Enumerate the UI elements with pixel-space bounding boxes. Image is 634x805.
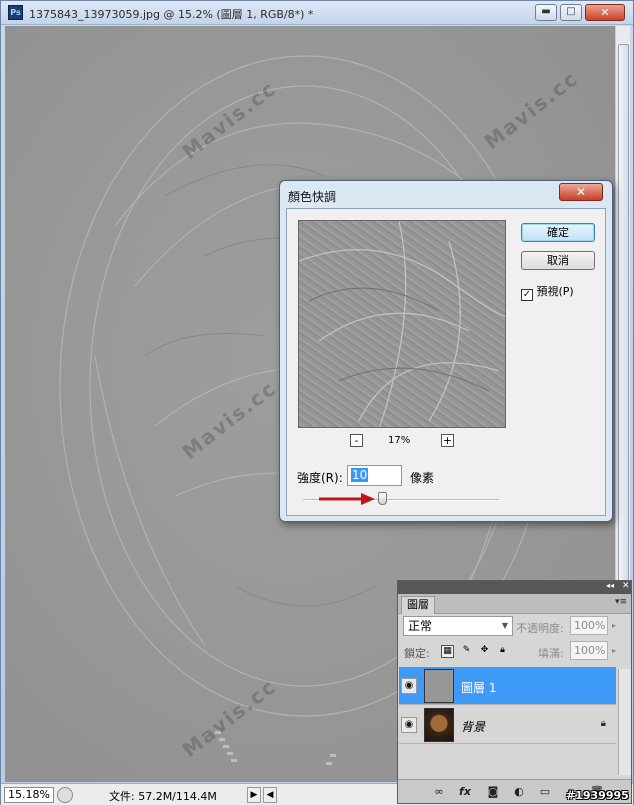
red-arrow-annotation (319, 493, 375, 505)
mask-icon[interactable]: ◙ (486, 785, 500, 799)
dialog-close-button[interactable]: ✕ (559, 183, 603, 201)
blend-mode-select[interactable]: 正常 ▼ (403, 616, 513, 636)
zoom-cycle-icon[interactable] (57, 787, 73, 803)
doc-size-info[interactable]: 文件: 57.2M/114.4M (109, 788, 217, 804)
close-icon: ✕ (600, 6, 610, 19)
dialog-body: - 17% + 確定 取消 ✓ 預視(P) 強度(R): 10 像素 (286, 208, 606, 516)
blend-mode-value: 正常 (408, 619, 433, 633)
zoom-out-button[interactable]: - (350, 434, 363, 447)
fx-icon[interactable]: fx (458, 785, 472, 799)
preview-checkbox-label: 預視(P) (536, 285, 574, 298)
lock-label: 鎖定: (404, 647, 430, 660)
dialog-title: 顏色快調 (288, 190, 337, 204)
preview-zoom-percent: 17% (388, 435, 411, 446)
fill-label: 填滿: (538, 647, 564, 660)
cancel-button[interactable]: 取消 (521, 251, 595, 270)
chevron-down-icon: ▼ (501, 621, 508, 630)
eye-icon[interactable]: ◉ (401, 717, 417, 733)
layer-row-layer1[interactable]: ◉ 圖層 1 (399, 667, 616, 705)
layer-thumbnail (424, 669, 454, 703)
opacity-slider-icon[interactable]: ▸ (612, 621, 616, 630)
strength-unit: 像素 (410, 471, 435, 485)
eye-icon[interactable]: ◉ (401, 678, 417, 694)
minimize-icon: ▬ (541, 6, 551, 17)
photoshop-app-icon: Ps (8, 5, 23, 20)
layers-panel: ◂◂ ✕ 圖層 ▾≡ 正常 ▼ 不透明度: 100% ▸ 鎖定: ▦ ✎ ✥ 🔒… (397, 580, 632, 804)
lock-all-icon[interactable]: 🔒︎ (496, 645, 509, 658)
layer-name[interactable]: 圖層 1 (461, 679, 496, 696)
close-button[interactable]: ✕ (585, 4, 625, 21)
maximize-button[interactable]: □ (560, 4, 582, 21)
collapse-panel-icon[interactable]: ◂◂ (606, 581, 614, 590)
minimize-button[interactable]: ▬ (535, 4, 557, 21)
layer-row-background[interactable]: ◉ 背景 🔒︎ (399, 706, 616, 744)
preview-image (299, 221, 505, 427)
maximize-icon: □ (566, 6, 576, 17)
strength-label: 強度(R): (297, 471, 343, 485)
lock-image-brush-icon[interactable]: ✎ (460, 645, 473, 658)
panel-close-icon[interactable]: ✕ (622, 581, 630, 591)
tab-layers[interactable]: 圖層 (401, 596, 435, 614)
status-menu-arrow-icon[interactable]: ▶ (247, 787, 261, 803)
panel-menu-icon[interactable]: ▾≡ (615, 597, 627, 607)
image-id-label: #1939995 (566, 789, 629, 802)
layers-scrollbar[interactable] (618, 669, 631, 775)
lock-transparent-icon[interactable]: ▦ (441, 645, 454, 658)
link-icon[interactable]: ∞ (432, 785, 446, 799)
lock-icon: 🔒︎ (600, 718, 606, 729)
preview-checkbox[interactable]: ✓ (521, 289, 533, 301)
layer-name[interactable]: 背景 (461, 718, 485, 735)
zoom-field[interactable]: 15.18% (4, 787, 54, 803)
lock-position-icon[interactable]: ✥ (478, 645, 491, 658)
strength-value: 10 (351, 468, 369, 482)
filter-dialog: 顏色快調 ✕ - 17% + 確定 取消 ✓ 預視(P) 強度(R): 10 像… (279, 180, 613, 522)
scroll-left-icon[interactable]: ◀ (263, 787, 277, 803)
zoom-in-button[interactable]: + (441, 434, 454, 447)
panel-header-strip[interactable]: ◂◂ ✕ (398, 581, 631, 594)
layer-thumbnail (424, 708, 454, 742)
title-bar[interactable]: Ps 1375843_13973059.jpg @ 15.2% (圖層 1, R… (1, 1, 633, 25)
adjustment-icon[interactable]: ◐ (512, 785, 526, 799)
group-icon[interactable]: ▭ (538, 785, 552, 799)
preview-checkbox-row[interactable]: ✓ 預視(P) (521, 283, 574, 301)
strength-input[interactable]: 10 (347, 465, 402, 486)
document-title: 1375843_13973059.jpg @ 15.2% (圖層 1, RGB/… (29, 8, 314, 21)
opacity-field[interactable]: 100% (570, 616, 608, 635)
fill-field[interactable]: 100% (570, 641, 608, 660)
fill-slider-icon[interactable]: ▸ (612, 646, 616, 655)
strength-slider-thumb[interactable] (378, 492, 387, 505)
opacity-label: 不透明度: (516, 622, 564, 635)
panel-tab-bar: 圖層 ▾≡ (398, 594, 631, 614)
ok-button[interactable]: 確定 (521, 223, 595, 242)
filter-preview[interactable] (298, 220, 506, 428)
